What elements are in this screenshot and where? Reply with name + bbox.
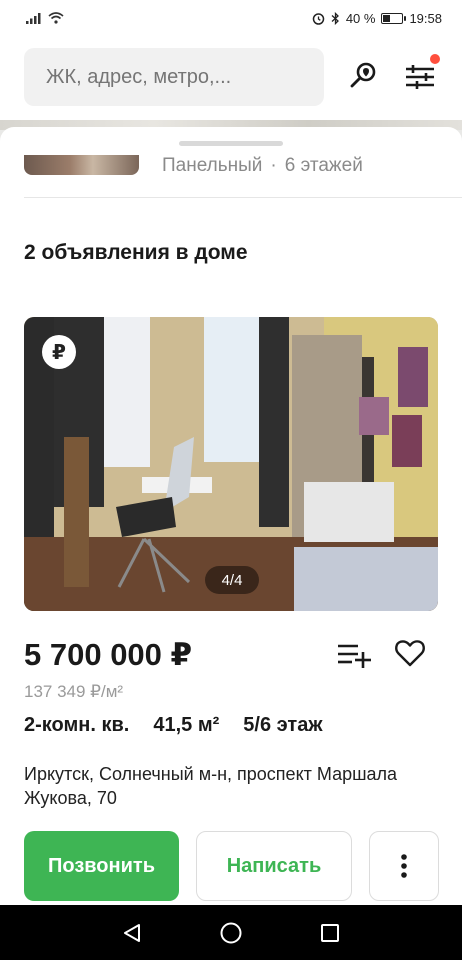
map-search-button[interactable]	[348, 60, 380, 92]
favorite-button[interactable]	[394, 637, 426, 669]
status-right: 40 % 19:58	[312, 11, 442, 26]
filter-indicator-dot	[430, 54, 440, 64]
heart-icon	[395, 640, 425, 667]
filter-icon	[406, 65, 434, 89]
house-info-separator: ·	[270, 155, 277, 176]
battery-percent: 40 %	[345, 10, 376, 26]
status-bar: 40 % 19:58	[0, 0, 462, 36]
price-per-square-meter: 137 349 ₽/м²	[24, 682, 124, 701]
divider	[24, 197, 462, 198]
house-floors: 6 этажей	[284, 155, 363, 176]
home-icon[interactable]	[219, 921, 243, 945]
more-button[interactable]	[369, 831, 439, 901]
header	[0, 36, 462, 120]
add-to-list-button[interactable]	[336, 640, 372, 670]
clock: 19:58	[409, 10, 442, 26]
house-bottom-sheet: Панельный · 6 этажей 2 объявления в доме	[0, 127, 462, 905]
alarm-icon	[312, 12, 325, 25]
status-left	[26, 12, 64, 24]
filter-button[interactable]	[404, 54, 440, 92]
sheet-drag-handle[interactable]	[179, 141, 283, 146]
add-to-list-icon	[338, 644, 371, 668]
bluetooth-icon	[331, 11, 339, 25]
listing-photo[interactable]: ₽ 4/4	[24, 317, 438, 611]
area-label: 41,5 м²	[153, 714, 220, 736]
signal-icon	[26, 13, 41, 24]
map-search-icon	[350, 62, 376, 88]
listing-price: 5 700 000 ₽	[24, 637, 193, 672]
back-icon[interactable]	[121, 922, 143, 944]
battery-level	[383, 14, 391, 22]
recents-icon[interactable]	[319, 922, 341, 944]
floor-label: 5/6 этаж	[243, 714, 323, 736]
message-button[interactable]: Написать	[196, 831, 352, 901]
call-button[interactable]: Позвонить	[24, 831, 179, 901]
more-vertical-icon	[401, 854, 407, 878]
wifi-icon	[48, 12, 64, 24]
navigation-bar	[0, 905, 462, 960]
battery-icon	[381, 12, 407, 24]
photo-counter: 4/4	[205, 566, 259, 594]
house-type: Панельный	[162, 155, 263, 176]
currency-badge: ₽	[42, 335, 76, 369]
rooms-label: 2-комн. кв.	[24, 714, 130, 736]
listing-address: Иркутск, Солнечный м-н, проспект Маршала…	[24, 764, 398, 808]
search-input[interactable]	[24, 48, 324, 106]
listing-specs: 2-комн. кв. 41,5 м² 5/6 этаж	[24, 714, 323, 737]
house-info: Панельный · 6 этажей	[162, 155, 363, 177]
house-thumbnail	[24, 155, 139, 175]
listings-title: 2 объявления в доме	[24, 241, 248, 264]
